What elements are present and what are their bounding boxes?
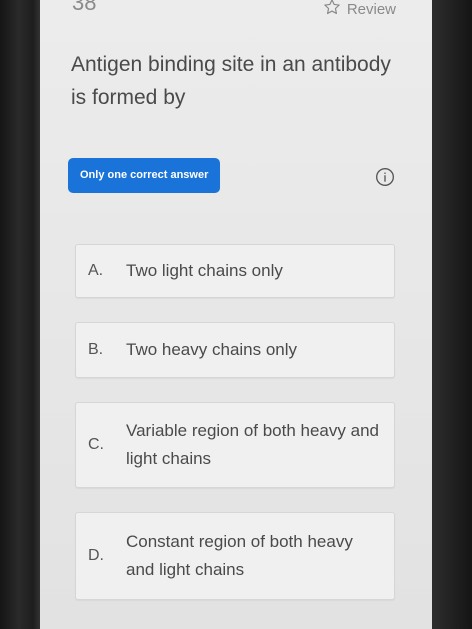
option-text: Constant region of both heavy and light … [126,532,353,579]
answer-type-badge: Only one correct answer [68,158,221,193]
option-text: Two heavy chains only [126,340,298,359]
star-outline-icon [323,0,341,20]
option-text: Two light chains only [126,261,283,280]
option-b[interactable]: B. Two heavy chains only [75,322,395,378]
review-button[interactable]: Review [323,0,396,20]
option-letter: A. [88,262,104,279]
option-letter: D. [88,547,104,564]
option-letter: B. [88,341,104,358]
question-text: Antigen binding site in an antibody is f… [71,53,391,109]
option-text: Variable region of both heavy and light … [126,421,379,468]
phone-frame: 38 Review Antigen binding site in an ant… [0,0,472,629]
option-letter: C. [88,436,104,453]
option-a[interactable]: A. Two light chains only [75,244,395,298]
quiz-screen: 38 Review Antigen binding site in an ant… [40,0,432,629]
review-label: Review [346,0,396,18]
option-d[interactable]: D. Constant region of both heavy and lig… [75,512,395,600]
option-c[interactable]: C. Variable region of both heavy and lig… [75,402,395,488]
question-number: 38 [72,0,97,15]
info-circle-icon[interactable] [375,167,395,187]
